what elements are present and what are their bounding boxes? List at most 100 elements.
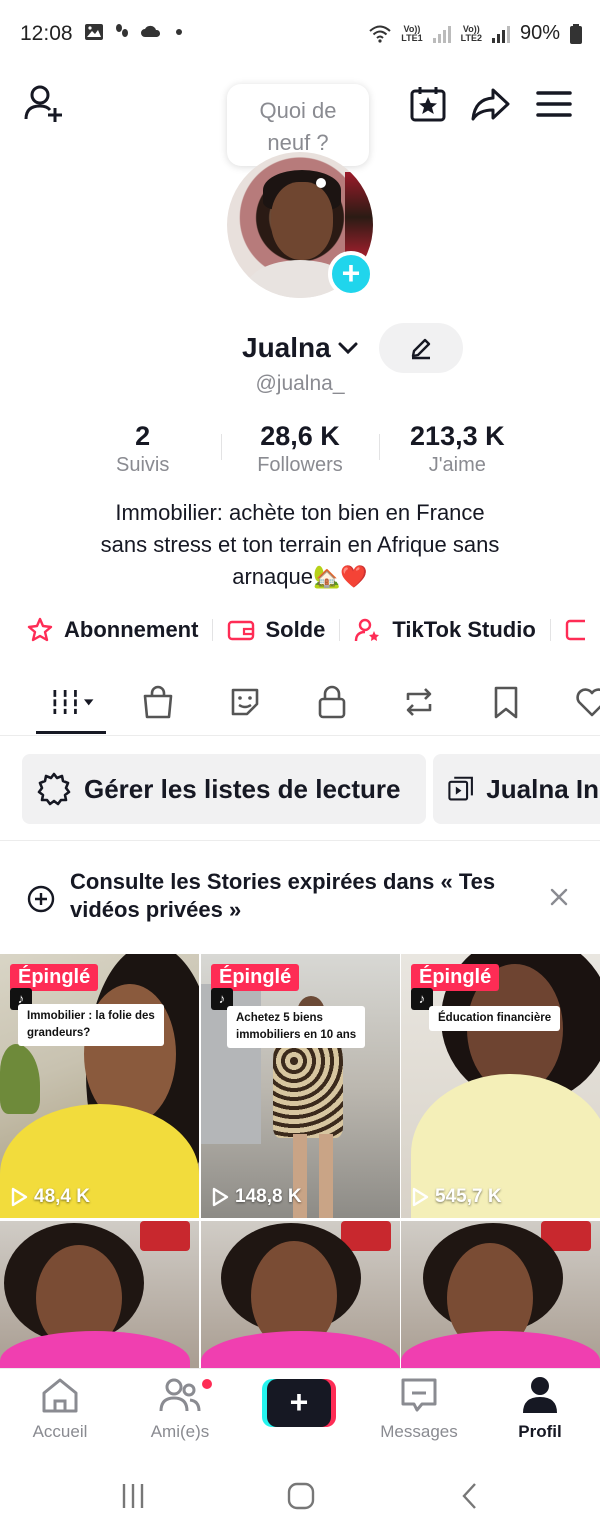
status-right: Vo)) LTE1 Vo)) LTE2 90%	[369, 22, 582, 45]
home-system-button[interactable]	[281, 1480, 321, 1512]
sticker-icon	[231, 688, 259, 716]
playlist-button[interactable]: Jualna In	[433, 754, 600, 824]
stories-banner-text: Consulte les Stories expirées dans « Tes…	[70, 868, 520, 924]
profile-handle: @jualna_	[255, 372, 345, 395]
thumb-mug	[140, 1221, 190, 1251]
tab-favorites[interactable]	[482, 680, 530, 724]
add-friend-icon	[24, 85, 62, 122]
recent-apps-icon	[122, 1484, 144, 1508]
thumb-boot	[319, 1134, 333, 1218]
tab-private[interactable]	[308, 680, 356, 724]
share-icon	[471, 88, 510, 121]
bio-line: arnaque🏡❤️	[232, 564, 368, 589]
caption-line: Achetez 5 biens	[236, 1012, 323, 1024]
stat-following[interactable]: 2 Suivis	[64, 420, 221, 480]
nav-friends[interactable]: Ami(e)s	[120, 1375, 240, 1442]
bio-line: Immobilier: achète ton bien en France	[115, 500, 485, 525]
view-count: 148,8 K	[211, 1186, 302, 1208]
video-tile[interactable]	[401, 1221, 600, 1368]
link-divider	[212, 619, 214, 641]
video-tile[interactable]	[0, 1221, 199, 1368]
thumb-body	[0, 1331, 190, 1368]
stat-label: Suivis	[115, 454, 170, 476]
stat-followers[interactable]: 28,6 K Followers	[221, 420, 378, 480]
bubble-line1: Quoi de	[259, 98, 337, 123]
subscription-link[interactable]: Abonnement	[26, 617, 198, 643]
manage-playlists-button[interactable]: Gérer les listes de lecture	[22, 754, 426, 824]
profile-icon	[523, 1377, 557, 1413]
tiktok-studio-link[interactable]: TikTok Studio	[354, 617, 536, 643]
gear-icon	[37, 772, 71, 806]
chevron-down-icon[interactable]	[336, 336, 360, 360]
nav-label: Messages	[380, 1422, 458, 1441]
close-icon[interactable]	[548, 886, 570, 908]
expired-stories-banner[interactable]: Consulte les Stories expirées dans « Tes…	[0, 856, 600, 946]
name-row: Jualna	[0, 320, 600, 373]
bio-line: sans stress et ton terrain en Afrique sa…	[100, 532, 500, 557]
caption-line: grandeurs?	[27, 1027, 91, 1039]
video-tile[interactable]: Épinglé ♪ Immobilier : la folie des gran…	[0, 954, 199, 1218]
pinned-badge: Épinglé	[211, 964, 300, 991]
battery-percent: 90%	[519, 22, 560, 44]
person-star-icon	[355, 618, 380, 642]
tab-videos[interactable]	[48, 680, 96, 724]
menu-button[interactable]	[532, 82, 576, 126]
profile-name[interactable]: Jualna	[242, 332, 331, 364]
bubble-tail	[316, 178, 326, 188]
gallery-icon	[85, 24, 103, 40]
plus-icon: +	[267, 1379, 331, 1427]
add-friend-button[interactable]	[22, 82, 66, 126]
nav-messages[interactable]: Messages	[359, 1375, 479, 1442]
shop-bag-icon	[143, 685, 173, 719]
tab-liked[interactable]	[568, 680, 600, 724]
tab-reposts[interactable]	[395, 680, 443, 724]
nav-profile[interactable]: Profil	[480, 1375, 600, 1442]
messages-icon	[401, 1378, 437, 1412]
caption-line: immobiliers en 10 ans	[236, 1029, 357, 1041]
status-bar: 12:08 Vo)) LTE1 Vo)) LTE2 90%	[0, 0, 600, 70]
stat-label: J'aime	[428, 454, 486, 476]
thumb-body	[201, 1331, 400, 1368]
nav-label: Profil	[518, 1422, 562, 1441]
video-tile[interactable]	[201, 1221, 400, 1368]
thumb-plant	[0, 1044, 40, 1114]
wifi-icon	[369, 25, 391, 43]
bottom-nav: Accueil Ami(e)s + Messages Profil	[0, 1368, 600, 1454]
video-tile[interactable]: Épinglé ♪ Éducation financière 545,7 K	[401, 954, 600, 1218]
lte2-label: Vo)) LTE2	[460, 23, 482, 43]
more-link-icon[interactable]	[565, 617, 585, 643]
profile-bio: Immobilier: achète ton bien en France sa…	[40, 497, 560, 593]
repost-icon	[406, 688, 432, 716]
tab-stickers[interactable]	[221, 680, 269, 724]
avatar-background-shelf	[345, 172, 373, 262]
playlist-row: Gérer les listes de lecture Jualna In	[0, 752, 600, 826]
calendar-button[interactable]	[406, 82, 450, 126]
nav-home[interactable]: Accueil	[0, 1375, 120, 1442]
add-story-button[interactable]: +	[328, 251, 374, 297]
dot-indicator	[176, 29, 182, 35]
view-count-text: 48,4 K	[34, 1186, 90, 1207]
back-button[interactable]	[450, 1480, 490, 1512]
view-count-text: 148,8 K	[235, 1186, 302, 1207]
stories-line: Consulte les Stories expirées dans « Tes	[70, 869, 496, 894]
balance-link[interactable]: Solde	[227, 617, 325, 643]
pinned-badge: Épinglé	[10, 964, 99, 991]
create-button[interactable]: +	[262, 1379, 336, 1427]
tab-shop[interactable]	[134, 680, 182, 724]
share-button[interactable]	[468, 82, 512, 126]
signal2-icon	[491, 25, 510, 43]
system-nav-bar	[0, 1454, 600, 1536]
nav-label: Ami(e)s	[150, 1422, 210, 1441]
play-icon	[412, 1187, 429, 1207]
video-tile[interactable]: Épinglé ♪ Achetez 5 biens immobiliers en…	[201, 954, 400, 1218]
link-label: TikTok Studio	[392, 617, 536, 642]
edit-profile-button[interactable]	[379, 323, 463, 373]
notification-dot	[200, 1377, 214, 1391]
video-caption: Immobilier : la folie des grandeurs?	[18, 1004, 164, 1046]
videos-grid-icon	[53, 690, 94, 714]
view-count: 545,7 K	[411, 1186, 502, 1208]
manage-playlists-label: Gérer les listes de lecture	[84, 773, 401, 804]
stat-likes[interactable]: 213,3 K J'aime	[378, 420, 536, 480]
recent-apps-button[interactable]	[113, 1480, 153, 1512]
bookmark-icon	[494, 686, 518, 719]
